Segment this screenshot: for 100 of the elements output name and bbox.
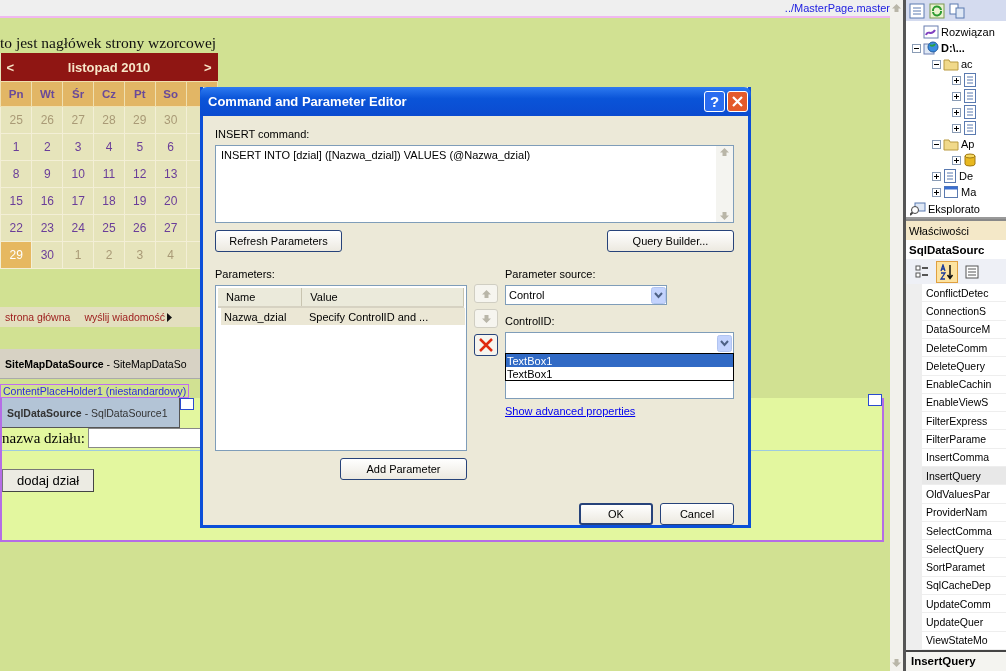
tree-item[interactable]: De [959,170,974,183]
parameter-source-dropdown[interactable]: Control [505,285,667,305]
ok-button[interactable]: OK [579,503,653,525]
property-row[interactable]: SqlCacheDep [922,576,1006,596]
calendar-day[interactable]: 26 [124,214,156,242]
tree-item[interactable]: D:\... [941,42,965,55]
calendar-day[interactable]: 30 [31,241,63,269]
calendar-day[interactable]: 8 [0,160,32,188]
parameters-list[interactable]: Name Value Nazwa_dzial Specify ControlID and ... [215,285,467,451]
property-row[interactable]: FilterParame [922,430,1006,449]
calendar-day[interactable]: 3 [62,133,94,161]
property-row[interactable]: SortParamet [922,558,1006,577]
collapse-icon[interactable] [932,139,941,149]
submit-button[interactable]: dodaj dział [2,469,95,492]
expand-icon[interactable] [952,91,961,101]
expand-icon[interactable] [952,155,961,165]
smart-tag-button[interactable] [868,394,882,406]
categorized-icon[interactable] [915,264,929,279]
calendar-day[interactable]: 17 [62,187,94,215]
property-row[interactable]: ViewStateMo [922,631,1006,650]
alphabetical-sort-button[interactable] [936,260,958,283]
add-parameter-button[interactable]: Add Parameter [340,458,467,480]
dropdown-option[interactable]: TextBox1 [506,354,733,367]
chevron-down-icon[interactable] [717,334,732,352]
parameter-row[interactable]: Nazwa_dzial Specify ControlID and ... [221,308,465,325]
tree-item[interactable]: Ap [961,138,975,151]
help-button[interactable]: ? [704,91,725,112]
command-textarea[interactable]: INSERT INTO [dzial] ([Nazwa_dzial]) VALUES (@Nazwa_dzial) [215,145,734,223]
expand-icon[interactable] [952,107,961,117]
property-row[interactable]: UpdateComm [922,595,1006,614]
property-row[interactable]: ProviderNam [922,503,1006,522]
sql-datasource-control[interactable]: SqlDataSource - SqlDataSource1 [2,398,180,428]
calendar-day[interactable]: 10 [62,160,94,188]
cancel-button[interactable]: Cancel [660,503,734,525]
collapse-icon[interactable] [912,43,921,53]
property-row[interactable]: InsertQuery [922,467,1006,486]
panel-tab[interactable]: Eksplorato [928,202,980,215]
calendar-day[interactable]: 23 [31,214,63,242]
property-row[interactable]: ConnectionS [922,302,1006,321]
calendar-day[interactable]: 27 [155,214,187,242]
collapse-icon[interactable] [932,59,941,69]
property-row[interactable]: UpdateQuer [922,613,1006,632]
menu-item[interactable]: wyślij wiadomość [84,311,165,323]
globe-icon [923,41,939,56]
tree-item[interactable]: Ma [961,186,977,199]
calendar-day[interactable]: 4 [93,133,125,161]
calendar-day[interactable]: 22 [0,214,32,242]
calendar-day[interactable]: 11 [93,160,125,188]
dropdown-option[interactable]: TextBox1 [506,367,733,380]
property-row[interactable]: EnableCachin [922,375,1006,394]
calendar-day[interactable]: 9 [31,160,63,188]
calendar-day[interactable]: 16 [31,187,63,215]
next-month-link[interactable]: > [186,53,218,82]
expand-icon[interactable] [932,171,941,181]
chevron-down-icon[interactable] [651,286,666,304]
property-pages-icon[interactable] [965,264,979,279]
tree-item[interactable]: Rozwiązan [941,26,995,39]
copy-website-icon[interactable] [949,2,965,19]
tree-item[interactable]: ac [961,58,973,71]
panel-title: Właściwości [906,219,1006,241]
calendar-day[interactable]: 13 [155,160,187,188]
refresh-icon[interactable] [929,2,945,19]
expand-icon[interactable] [952,75,961,85]
refresh-parameters-button[interactable]: Refresh Parameters [215,230,342,252]
calendar-day[interactable]: 2 [31,133,63,161]
property-row[interactable]: DeleteComm [922,338,1006,358]
calendar-day[interactable]: 6 [155,133,187,161]
advanced-properties-link[interactable]: Show advanced properties [505,405,636,417]
property-row[interactable]: DataSourceM [922,320,1006,339]
calendar-day[interactable]: 20 [155,187,187,215]
column-header[interactable]: Value [302,288,464,306]
calendar-day[interactable]: 25 [93,214,125,242]
control-id-dropdown[interactable]: TextBox1 TextBox1 [505,332,734,399]
property-row[interactable]: ConflictDetec [922,284,1006,303]
column-header[interactable]: Name [218,288,303,306]
previous-month-link[interactable]: < [0,53,32,82]
calendar-day[interactable]: 5 [124,133,156,161]
calendar-day[interactable]: 1 [0,133,32,161]
property-row[interactable]: OldValuesPar [922,485,1006,504]
calendar-day[interactable]: 15 [0,187,32,215]
property-row[interactable]: SelectQuery [922,540,1006,559]
solution-icon [923,25,939,40]
menu-item[interactable]: strona główna [5,311,71,323]
query-builder-button[interactable]: Query Builder... [607,230,734,252]
property-row[interactable]: SelectComma [922,521,1006,541]
close-button[interactable] [727,91,748,112]
calendar-day[interactable]: 24 [62,214,94,242]
property-row[interactable]: DeleteQuery [922,357,1006,376]
sitemap-datasource-control[interactable]: SiteMapDataSource - SiteMapDataSo [0,349,200,379]
expand-icon[interactable] [932,187,941,197]
arrow-down-icon [481,314,491,323]
calendar-day[interactable]: 19 [124,187,156,215]
field-label: nazwa działu: [2,429,85,447]
calendar-day[interactable]: 12 [124,160,156,188]
delete-button[interactable] [474,334,498,356]
calendar-day[interactable]: 18 [93,187,125,215]
smart-tag-button[interactable] [180,398,194,410]
expand-icon[interactable] [952,123,961,133]
property-row[interactable]: FilterExpress [922,412,1006,431]
property-row[interactable]: EnableViewS [922,393,1006,413]
